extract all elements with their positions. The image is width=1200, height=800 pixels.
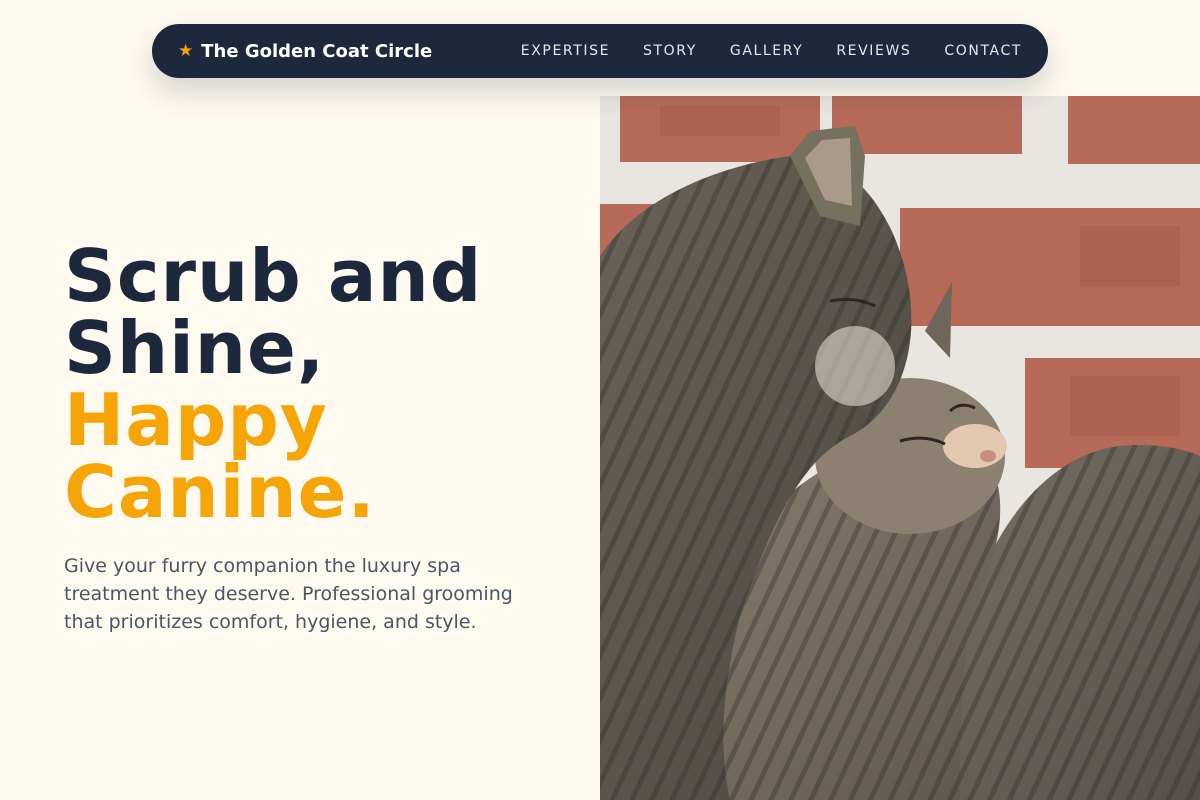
hero-title-line-4: Canine. — [64, 450, 376, 534]
brand-logo-link[interactable]: ★ The Golden Coat Circle — [178, 41, 432, 62]
hero-image — [600, 96, 1200, 800]
hero-title-line-1: Scrub and — [64, 234, 483, 318]
hero-title-line-2: Shine, — [64, 306, 326, 390]
hero-title-line-3: Happy — [64, 378, 328, 462]
top-navbar: ★ The Golden Coat Circle EXPERTISE STORY… — [152, 24, 1048, 78]
nav-link-reviews[interactable]: REVIEWS — [836, 43, 911, 59]
nav-link-contact[interactable]: CONTACT — [944, 43, 1022, 59]
brand-name: The Golden Coat Circle — [201, 40, 433, 62]
hero-subtitle: Give your furry companion the luxury spa… — [64, 555, 513, 633]
star-icon: ★ — [178, 41, 194, 61]
nav-link-expertise[interactable]: EXPERTISE — [521, 43, 610, 59]
hero-title: Scrub and Shine, Happy Canine. — [64, 240, 482, 528]
nav-links: EXPERTISE STORY GALLERY REVIEWS CONTACT — [521, 43, 1022, 59]
nav-link-gallery[interactable]: GALLERY — [730, 43, 803, 59]
page: ★ The Golden Coat Circle EXPERTISE STORY… — [0, 0, 1200, 800]
nav-link-story[interactable]: STORY — [643, 43, 697, 59]
